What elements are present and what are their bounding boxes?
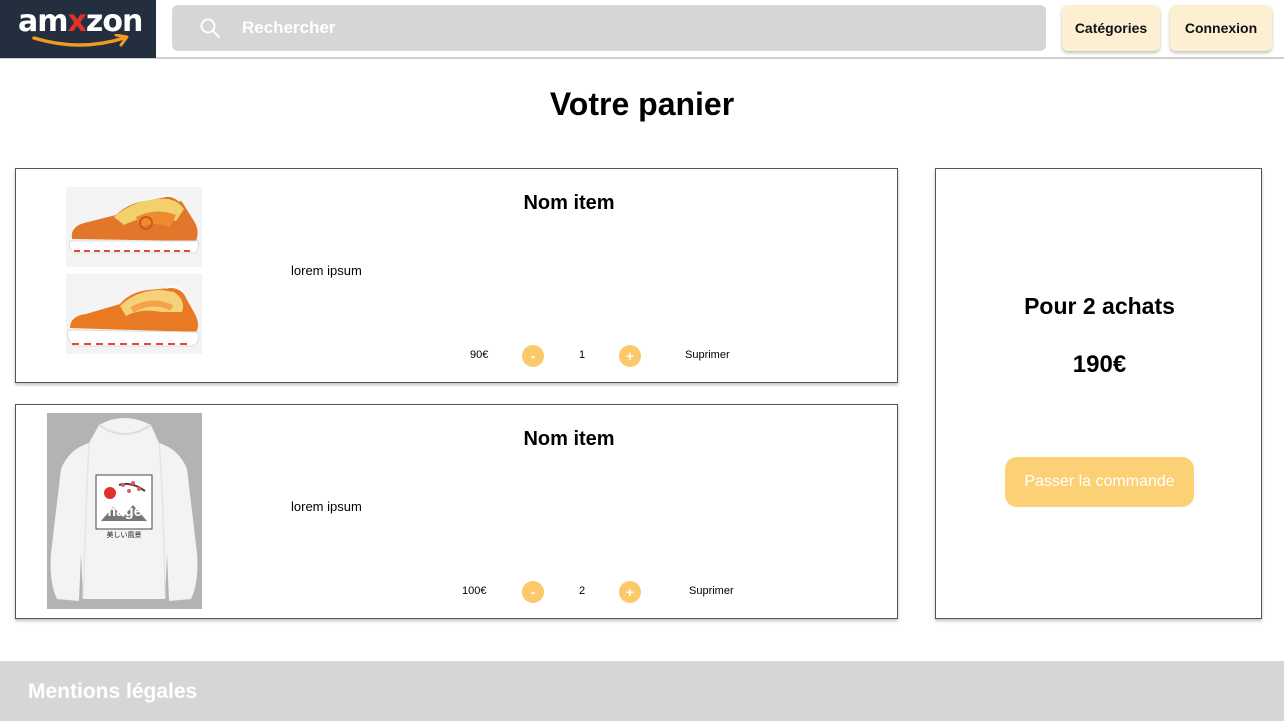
item-quantity: 2 <box>578 585 586 597</box>
decrease-quantity-button[interactable]: - <box>522 345 544 367</box>
checkout-button[interactable]: Passer la commande <box>1005 457 1194 507</box>
delete-item-link[interactable]: Suprimer <box>685 349 730 361</box>
categories-button[interactable]: Catégories <box>1062 5 1160 51</box>
product-image <box>66 274 202 354</box>
logo[interactable]: amxzon <box>0 0 156 58</box>
image-placeholder-label: Images <box>98 503 151 520</box>
site-footer: Mentions légales <box>0 661 1284 721</box>
purchase-count: Pour 2 achats <box>1024 293 1175 319</box>
search-bar[interactable] <box>172 5 1046 51</box>
delete-item-link[interactable]: Suprimer <box>689 585 734 597</box>
legal-notice-link[interactable]: Mentions légales <box>28 680 197 704</box>
svg-text:美しい風景: 美しい風景 <box>107 530 142 539</box>
cart-item: 美しい風景 Images Nom item lorem ipsum 100€ -… <box>15 404 898 619</box>
logo-smile-icon <box>32 34 129 47</box>
login-button[interactable]: Connexion <box>1170 5 1272 51</box>
increase-quantity-button[interactable]: + <box>619 581 641 603</box>
item-quantity: 1 <box>578 349 586 361</box>
search-input[interactable] <box>242 5 1022 51</box>
page-title: Votre panier <box>549 86 735 122</box>
cart-item: Nom item lorem ipsum 90€ - 1 + Suprimer <box>15 168 898 383</box>
site-header: amxzon Catégories Connexion <box>0 0 1284 59</box>
decrease-quantity-button[interactable]: - <box>522 581 544 603</box>
item-description: lorem ipsum <box>291 263 362 278</box>
order-total: 190€ <box>1072 351 1127 378</box>
item-description: lorem ipsum <box>291 499 362 514</box>
sneaker-image <box>67 285 199 347</box>
increase-quantity-button[interactable]: + <box>619 345 641 367</box>
order-summary: Pour 2 achats 190€ Passer la commande <box>935 168 1262 619</box>
search-icon <box>200 18 220 38</box>
item-price: 100€ <box>462 585 487 597</box>
item-price: 90€ <box>470 349 489 361</box>
